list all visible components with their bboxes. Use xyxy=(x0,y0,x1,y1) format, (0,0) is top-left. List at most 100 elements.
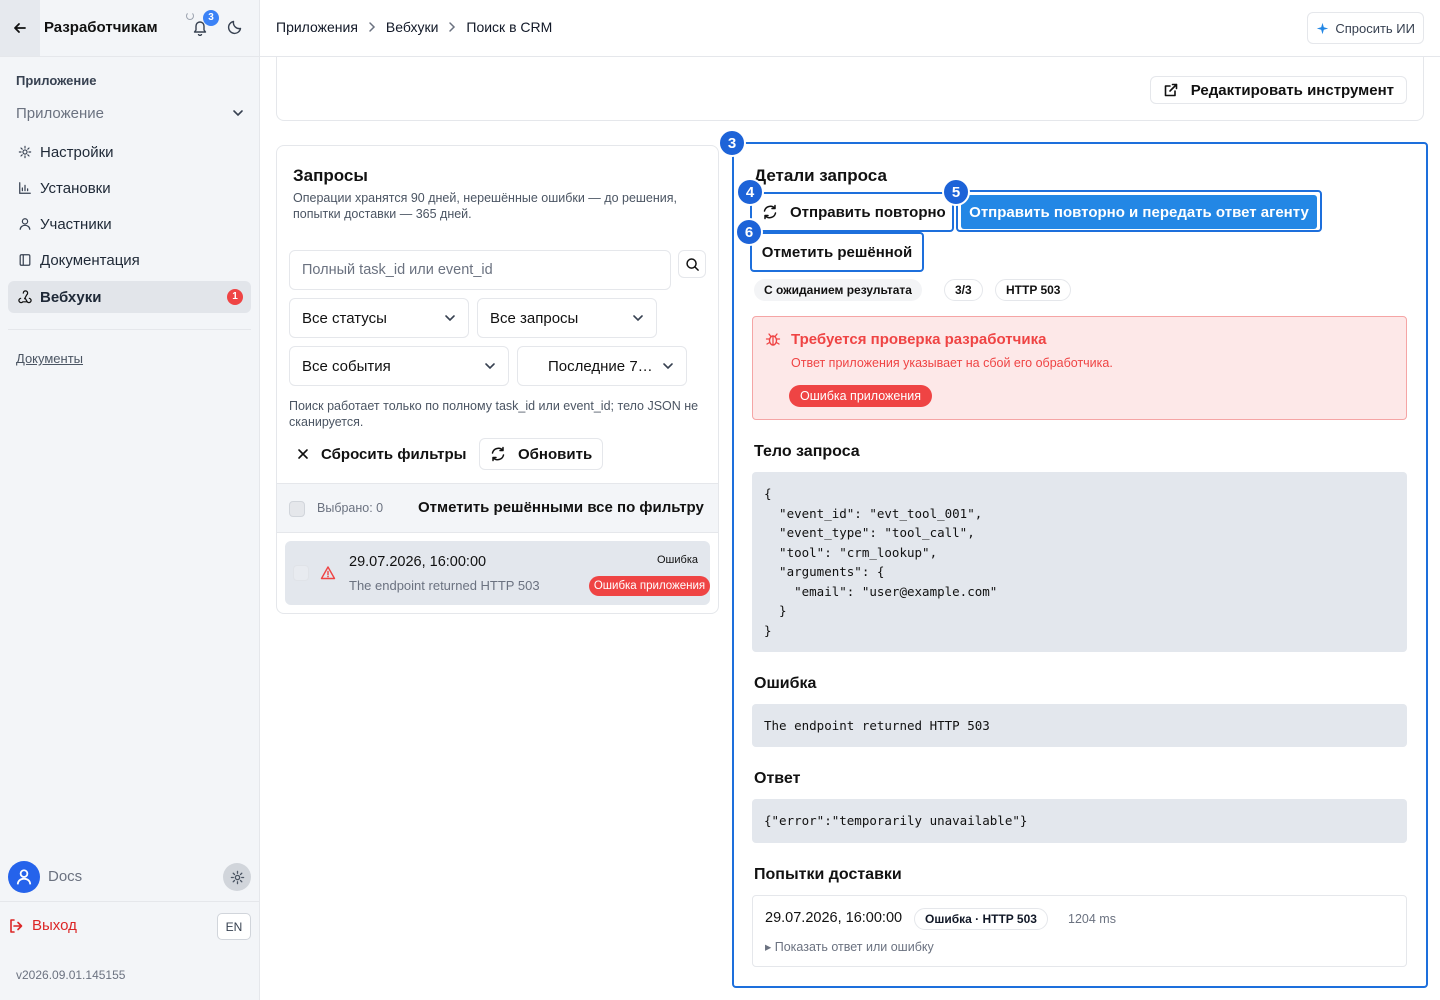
bulk-actions-bar: Выбрано: 0 Отметить решёнными все по фил… xyxy=(277,483,718,533)
requests-filter-value: Все запросы xyxy=(490,309,579,327)
breadcrumb-current: Поиск в CRM xyxy=(466,19,553,35)
sparkle-icon xyxy=(1317,22,1329,34)
response-title: Ответ xyxy=(754,770,801,787)
reset-filters-button[interactable]: Сбросить фильтры xyxy=(289,438,474,470)
app-select[interactable]: Приложение xyxy=(16,100,244,126)
book-icon xyxy=(19,254,31,266)
sidebar-item-docs[interactable]: Документация xyxy=(8,244,251,276)
documents-link[interactable]: Документы xyxy=(16,351,83,366)
alert-description: Ответ приложения указывает на сбой его о… xyxy=(791,356,1113,370)
tag-awaiting-result: С ожиданием результата xyxy=(754,279,922,301)
resend-to-agent-label: Отправить повторно и передать ответ аген… xyxy=(961,195,1317,229)
resend-label: Отправить повторно xyxy=(790,203,946,221)
warning-icon xyxy=(320,566,336,580)
resend-to-agent-button[interactable]: Отправить повторно и передать ответ аген… xyxy=(958,192,1320,232)
period-filter-select[interactable]: Последние 7 дней xyxy=(517,346,687,386)
sidebar-header: Разработчикам 3 xyxy=(0,0,259,57)
sidebar-item-label: Участники xyxy=(40,215,112,233)
attempts-title: Попытки доставки xyxy=(754,866,902,883)
external-link-icon xyxy=(1164,83,1178,97)
sidebar-item-label: Установки xyxy=(40,179,111,197)
ask-ai-label: Спросить ИИ xyxy=(1335,20,1415,36)
search-hint: Поиск работает только по полному task_id… xyxy=(289,399,699,429)
chevron-right-icon xyxy=(368,21,376,33)
section-label: Приложение xyxy=(16,73,97,88)
reset-filters-label: Сбросить фильтры xyxy=(321,445,467,463)
refresh-button[interactable]: Обновить xyxy=(479,438,604,470)
theme-toggle[interactable] xyxy=(227,19,243,35)
user-icon xyxy=(19,218,31,230)
user-settings-button[interactable] xyxy=(223,863,251,891)
ask-ai-button[interactable]: Спросить ИИ xyxy=(1307,12,1424,44)
avatar[interactable] xyxy=(8,861,40,893)
gear-icon xyxy=(18,145,32,159)
error-code: The endpoint returned HTTP 503 xyxy=(752,704,1407,747)
requests-filter-select[interactable]: Все запросы xyxy=(477,298,657,338)
chevron-down-icon xyxy=(485,363,495,370)
row-error-badge: Ошибка приложения xyxy=(589,576,710,596)
row-message: The endpoint returned HTTP 503 xyxy=(349,578,540,593)
chevron-down-icon xyxy=(663,363,673,370)
status-filter-select[interactable]: Все статусы xyxy=(289,298,469,338)
search-button[interactable] xyxy=(678,250,706,278)
chevron-down-icon xyxy=(445,315,455,322)
response-code: {"error":"temporarily unavailable"} xyxy=(752,799,1407,843)
tag-http-status: HTTP 503 xyxy=(995,279,1072,301)
sidebar-title: Разработчикам xyxy=(44,19,158,36)
requests-description: Операции хранятся 90 дней, нерешённые ош… xyxy=(293,191,678,221)
status-filter-value: Все статусы xyxy=(302,309,387,327)
top-bar: Приложения Вебхуки Поиск в CRM Спросить … xyxy=(260,0,1440,57)
back-button[interactable] xyxy=(0,0,40,56)
logout-button[interactable]: Выход xyxy=(8,917,77,934)
sidebar-item-webhooks[interactable]: Вебхуки 1 xyxy=(8,281,251,313)
user-name: Docs xyxy=(48,868,83,885)
language-button[interactable]: EN xyxy=(217,913,251,940)
request-row[interactable]: 29.07.2026, 16:00:00 The endpoint return… xyxy=(285,541,710,605)
search-input[interactable] xyxy=(289,250,671,290)
row-status: Ошибка xyxy=(657,554,698,566)
step-marker-4: 4 xyxy=(736,178,764,206)
request-body-title: Тело запроса xyxy=(754,443,860,460)
refresh-icon xyxy=(763,204,777,220)
mark-resolved-button[interactable]: Отметить решённой xyxy=(750,232,924,272)
delivery-attempt: 29.07.2026, 16:00:00 Ошибка · HTTP 503 1… xyxy=(752,895,1407,967)
period-filter-value: Последние 7 дней xyxy=(548,357,654,375)
sidebar-divider xyxy=(8,329,251,330)
bug-icon xyxy=(765,333,781,346)
events-filter-select[interactable]: Все события xyxy=(289,346,509,386)
tag-attempts: 3/3 xyxy=(944,279,983,301)
sidebar-item-installs[interactable]: Установки xyxy=(8,172,251,204)
breadcrumb-webhooks[interactable]: Вебхуки xyxy=(386,19,438,35)
app-select-value: Приложение xyxy=(16,104,104,122)
gear-icon xyxy=(230,870,244,884)
developer-review-alert: Требуется проверка разработчика Ответ пр… xyxy=(752,316,1407,420)
breadcrumb: Приложения Вебхуки Поиск в CRM xyxy=(276,19,552,35)
logout-label: Выход xyxy=(32,917,77,934)
row-checkbox[interactable] xyxy=(293,565,309,581)
step-marker-5: 5 xyxy=(942,178,970,206)
chevron-down-icon xyxy=(233,110,243,117)
refresh-label: Обновить xyxy=(518,445,593,463)
select-all-checkbox[interactable] xyxy=(289,501,305,517)
notification-count-badge: 3 xyxy=(203,10,219,26)
sidebar-divider xyxy=(0,901,259,902)
show-response-toggle[interactable]: ▸ Показать ответ или ошибку xyxy=(765,939,934,954)
breadcrumb-apps[interactable]: Приложения xyxy=(276,19,358,35)
tool-card: Редактировать инструмент xyxy=(276,57,1424,121)
sidebar-item-label: Настройки xyxy=(40,143,114,161)
resend-button[interactable]: Отправить повторно xyxy=(750,192,954,232)
request-body-code: { "event_id": "evt_tool_001", "event_typ… xyxy=(752,472,1407,652)
sidebar-item-settings[interactable]: Настройки xyxy=(8,136,251,168)
sidebar-item-members[interactable]: Участники xyxy=(8,208,251,240)
mark-all-resolved-button[interactable]: Отметить решёнными все по фильтру xyxy=(418,499,704,516)
refresh-icon xyxy=(491,446,505,462)
edit-tool-button[interactable]: Редактировать инструмент xyxy=(1149,76,1407,104)
search-icon xyxy=(685,257,699,271)
sidebar: Разработчикам 3 Приложение Приложение На… xyxy=(0,0,260,1000)
user-icon xyxy=(16,869,32,885)
step-marker-3: 3 xyxy=(718,129,746,157)
selected-count: Выбрано: 0 xyxy=(317,501,384,515)
step-marker-6: 6 xyxy=(735,218,763,246)
edit-tool-label: Редактировать инструмент xyxy=(1190,81,1394,99)
details-title: Детали запроса xyxy=(754,166,887,185)
